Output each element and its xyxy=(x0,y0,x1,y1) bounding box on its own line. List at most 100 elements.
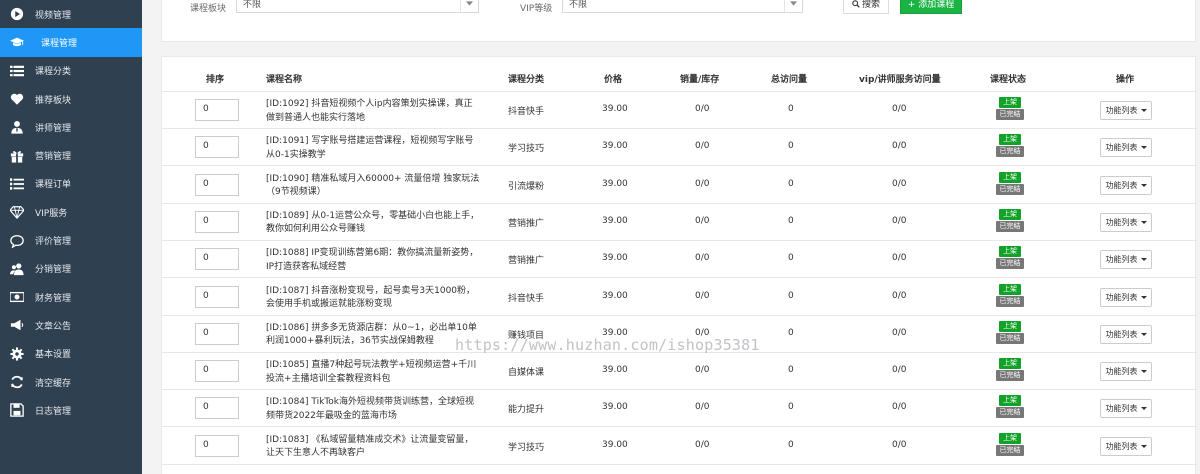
course-vip-visits: 0/0 xyxy=(892,141,907,152)
category-select[interactable]: 不限 xyxy=(236,0,479,13)
add-course-label: + 添加课程 xyxy=(907,0,955,10)
function-list-label: 功能列表 xyxy=(1105,367,1138,377)
status-badge-done[interactable]: 已完结 xyxy=(996,220,1024,232)
header-category: 课程分类 xyxy=(508,75,545,85)
course-category: 抖音快手 xyxy=(508,293,545,304)
status-badge-done[interactable]: 已完结 xyxy=(996,370,1024,382)
sidebar-item-4[interactable]: 讲师管理 xyxy=(0,113,142,141)
sidebar-item-label: 分销管理 xyxy=(35,265,72,276)
sort-input[interactable]: 0 xyxy=(195,434,239,457)
status-badge-done[interactable]: 已完结 xyxy=(996,444,1024,456)
sidebar-item-13[interactable]: 清空缓存 xyxy=(0,368,142,396)
sidebar-item-7[interactable]: VIP服务 xyxy=(0,198,142,226)
status-badge-done[interactable]: 已完结 xyxy=(996,258,1024,270)
sidebar-item-6[interactable]: 课程订单 xyxy=(0,170,142,198)
sidebar-item-1[interactable]: 课程管理 xyxy=(0,28,142,57)
sort-input[interactable]: 0 xyxy=(195,173,239,196)
sidebar-item-3[interactable]: 推荐板块 xyxy=(0,85,142,113)
table-header: 排序 课程名称 课程分类 价格 销量/库存 总访问量 vip/讲师服务访问量 课… xyxy=(162,57,1197,92)
status-badge-done[interactable]: 已完结 xyxy=(996,146,1024,158)
table-row: 0 [ID:1092] 抖音短视频个人ip内容策划实操课，真正做到普通人也能实行落… xyxy=(162,92,1197,129)
caret-down-icon xyxy=(1140,109,1147,112)
status-badge-done[interactable]: 已完结 xyxy=(996,183,1024,195)
header-sales: 销量/库存 xyxy=(680,75,720,85)
course-vip-visits: 0/0 xyxy=(892,327,907,338)
user-tie-icon xyxy=(9,119,25,135)
sort-input[interactable]: 0 xyxy=(195,136,239,159)
table-row: 0 [ID:1090] 精准私域月入60000+ 流量倍增 独家玩法（9节视频课）… xyxy=(162,167,1197,204)
status-badge-on[interactable]: 上架 xyxy=(999,246,1021,258)
status-badge-on[interactable]: 上架 xyxy=(999,208,1021,220)
status-badge-on[interactable]: 上架 xyxy=(999,134,1021,146)
course-visits: 0 xyxy=(788,439,794,450)
course-price: 39.00 xyxy=(602,402,628,413)
search-button[interactable]: 搜索 xyxy=(843,0,889,14)
caret-down-icon xyxy=(1140,146,1147,150)
vip-select[interactable]: 不限 xyxy=(562,0,803,13)
course-name: [ID:1091] 写字账号搭建运营课程，短视频写字账号从0-1实操教学 xyxy=(266,136,474,160)
header-name: 课程名称 xyxy=(266,75,303,85)
sidebar-item-8[interactable]: 评价管理 xyxy=(0,226,142,254)
status-badge-done[interactable]: 已完结 xyxy=(996,332,1024,344)
course-price: 39.00 xyxy=(602,104,628,114)
function-list-label: 功能列表 xyxy=(1105,292,1138,302)
status-badge-on[interactable]: 上架 xyxy=(999,320,1021,332)
status-badge-on[interactable]: 上架 xyxy=(999,171,1021,183)
function-list-button[interactable]: 功能列表 xyxy=(1100,287,1152,307)
sidebar-item-12[interactable]: 基本设置 xyxy=(0,340,142,368)
sidebar-item-label: 课程分类 xyxy=(35,67,72,78)
status-badge-done[interactable]: 已完结 xyxy=(996,109,1024,120)
course-category: 自媒体课 xyxy=(508,368,545,379)
status-badge-on[interactable]: 上架 xyxy=(999,283,1021,295)
search-icon xyxy=(852,0,860,8)
course-sales: 0/0 xyxy=(695,327,710,338)
sort-input[interactable]: 0 xyxy=(195,322,239,345)
header-sort[interactable]: 排序 xyxy=(206,72,224,85)
function-list-label: 功能列表 xyxy=(1105,441,1138,451)
sort-input[interactable]: 0 xyxy=(195,397,239,420)
course-name: [ID:1084] TikTok海外短视频带货训练营，全球短视频带货2022年最… xyxy=(266,397,475,421)
function-list-button[interactable]: 功能列表 xyxy=(1100,362,1152,382)
course-vip-visits: 0/0 xyxy=(892,215,907,226)
function-list-button[interactable]: 功能列表 xyxy=(1100,436,1152,456)
course-visits: 0 xyxy=(788,178,794,189)
caret-down-icon xyxy=(1140,258,1147,262)
function-list-button[interactable]: 功能列表 xyxy=(1100,212,1152,232)
function-list-button[interactable]: 功能列表 xyxy=(1100,399,1152,419)
status-badge-on[interactable]: 上架 xyxy=(999,395,1021,407)
sidebar-item-14[interactable]: 日志管理 xyxy=(0,396,142,424)
header-actions: 操作 xyxy=(1116,75,1135,85)
status-badge-on[interactable]: 上架 xyxy=(999,97,1021,108)
sidebar-item-5[interactable]: 营销管理 xyxy=(0,141,142,169)
function-list-button[interactable]: 功能列表 xyxy=(1100,175,1152,195)
status-badge-done[interactable]: 已完结 xyxy=(996,295,1024,307)
sort-input[interactable]: 0 xyxy=(195,360,239,383)
sidebar-item-2[interactable]: 课程分类 xyxy=(0,57,142,85)
course-price: 39.00 xyxy=(602,290,628,301)
main-content: 课程板块 不限 VIP等级 不限 搜索 + 添加课程 排序 课程名称 课程分类 … xyxy=(142,0,1200,474)
function-list-button[interactable]: 功能列表 xyxy=(1100,101,1152,120)
status-badge-done[interactable]: 已完结 xyxy=(996,407,1024,419)
course-vip-visits: 0/0 xyxy=(892,178,907,189)
header-vip-visits: vip/讲师服务访问量 xyxy=(859,75,941,85)
status-badge-on[interactable]: 上架 xyxy=(999,358,1021,370)
sort-input[interactable]: 0 xyxy=(195,99,239,121)
add-course-button[interactable]: + 添加课程 xyxy=(900,0,962,14)
table-row: 0 [ID:1086] 拼多多无货源店群：从0~1，必出单10单利润1000+暴利… xyxy=(162,316,1197,353)
sort-input[interactable]: 0 xyxy=(195,285,239,308)
sidebar-item-10[interactable]: 财务管理 xyxy=(0,283,142,311)
sort-input[interactable]: 0 xyxy=(195,210,239,233)
sidebar-item-9[interactable]: 分销管理 xyxy=(0,255,142,283)
course-visits: 0 xyxy=(788,141,794,152)
function-list-label: 功能列表 xyxy=(1105,217,1138,227)
sidebar-item-11[interactable]: 文章公告 xyxy=(0,311,142,339)
function-list-button[interactable]: 功能列表 xyxy=(1100,138,1152,158)
function-list-button[interactable]: 功能列表 xyxy=(1100,324,1152,344)
function-list-label: 功能列表 xyxy=(1105,329,1138,339)
function-list-button[interactable]: 功能列表 xyxy=(1100,250,1152,270)
sidebar-item-0[interactable]: 视频管理 xyxy=(0,0,142,28)
table-row: 0 [ID:1087] 抖音涨粉变现号，起号卖号3天1000粉，会使用手机或搬运就… xyxy=(162,279,1197,316)
header-price: 价格 xyxy=(604,75,623,85)
status-badge-on[interactable]: 上架 xyxy=(999,432,1021,444)
sort-input[interactable]: 0 xyxy=(195,248,239,271)
